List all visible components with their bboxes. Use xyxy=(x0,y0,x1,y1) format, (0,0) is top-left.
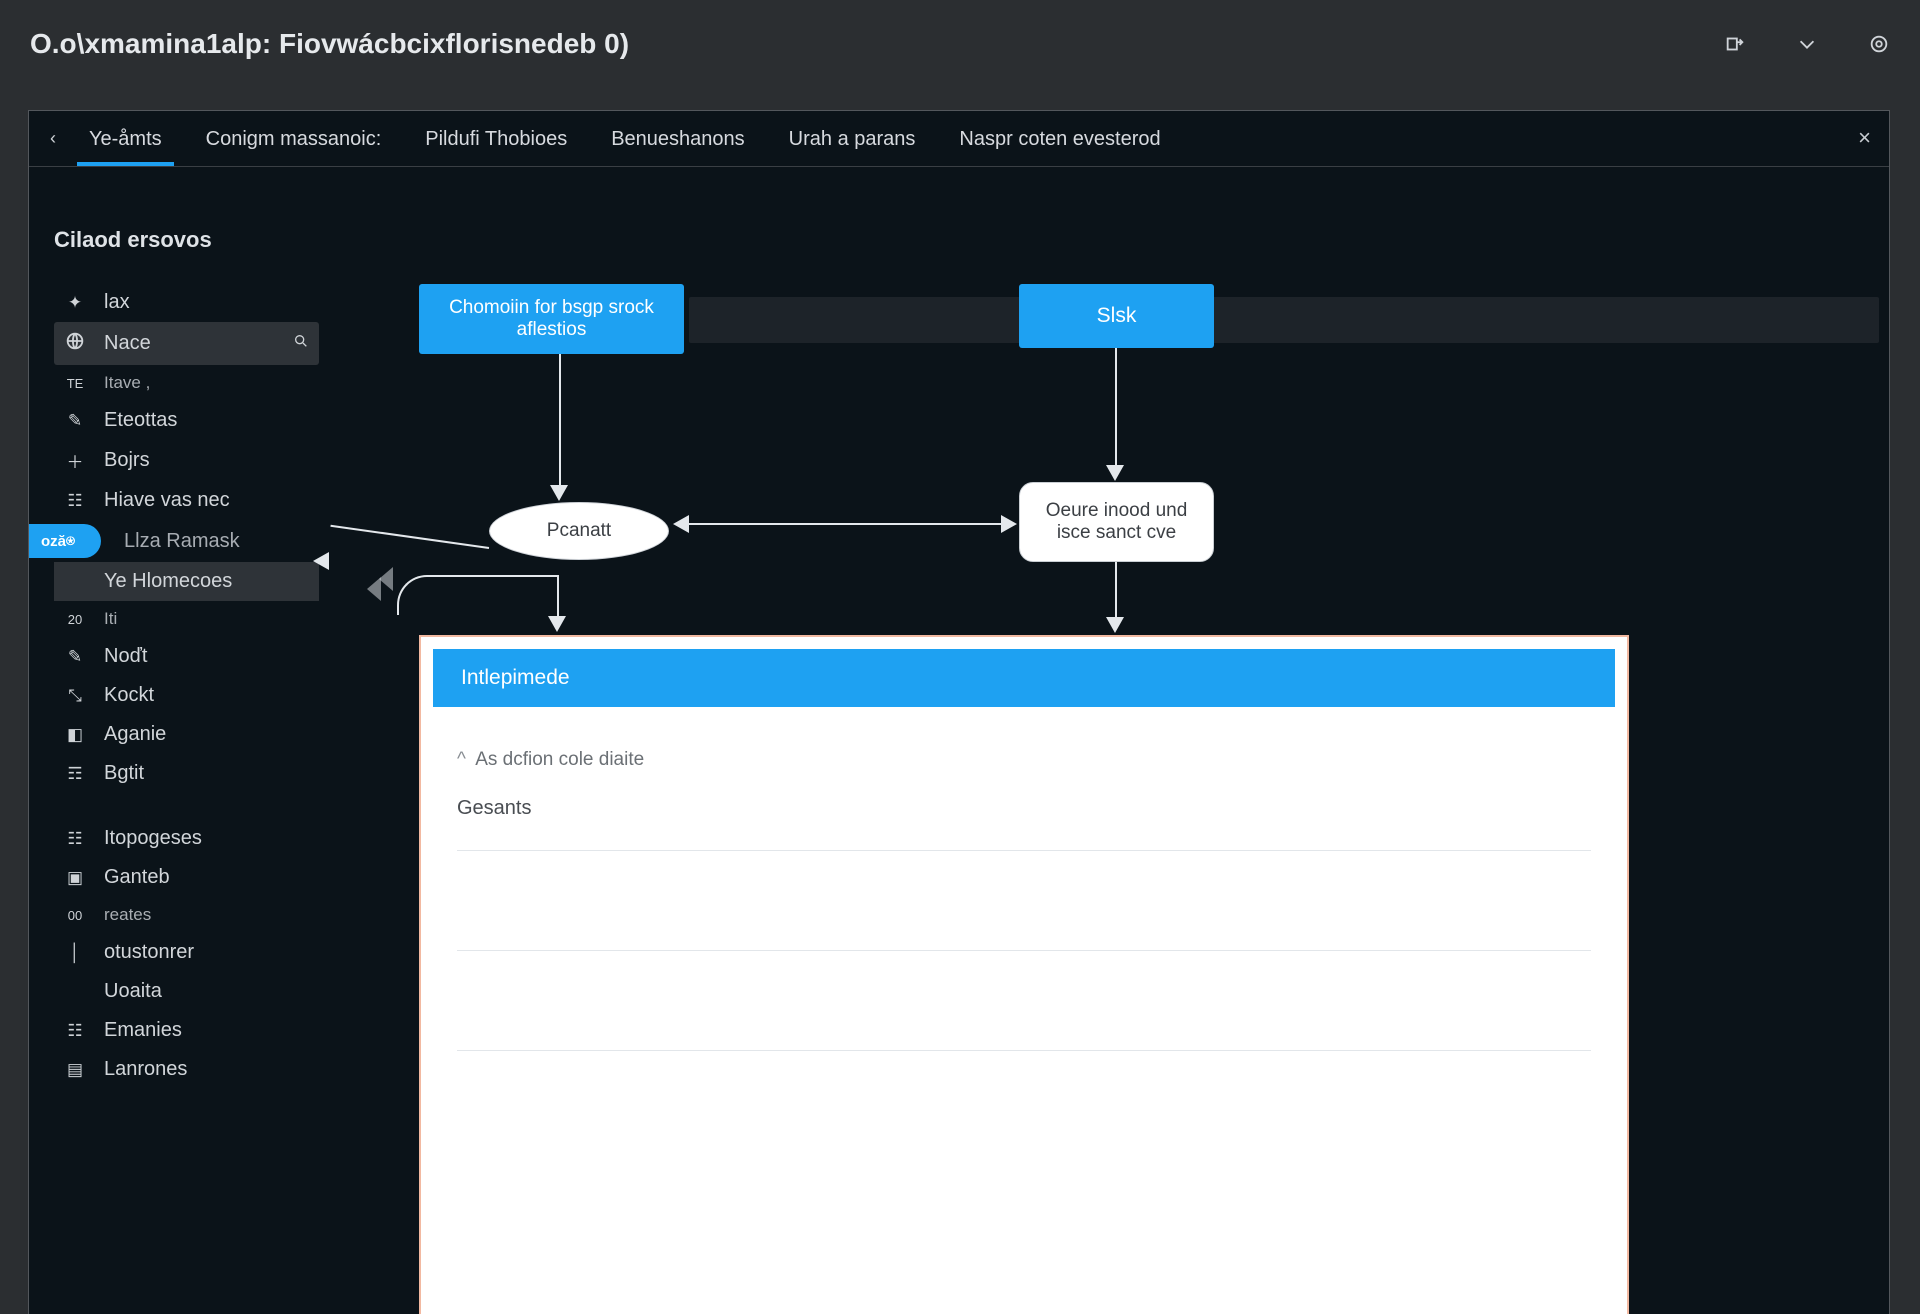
grid-icon: ☷ xyxy=(64,1021,86,1041)
sidebar-item[interactable]: │ otustonrer xyxy=(54,933,319,972)
flow-node-slsk[interactable]: Slsk xyxy=(1019,284,1214,348)
globe-icon xyxy=(64,330,86,357)
tab-5[interactable]: Naspr coten evesterod xyxy=(937,112,1182,165)
flow-canvas[interactable]: Chomoiin for bsgp srock aflestios Slsk P… xyxy=(319,167,1889,1314)
flow-band xyxy=(689,297,1879,343)
body: Cilaod ersovos ✦ lax Nace TE Itave , ✎ Eteo… xyxy=(29,167,1889,1314)
sidebar-search[interactable]: Nace xyxy=(54,322,319,365)
gear-ring-icon[interactable] xyxy=(1868,33,1890,55)
sidebar-item[interactable]: ✦ lax xyxy=(54,283,319,322)
tab-4[interactable]: Urah a parans xyxy=(767,112,938,165)
bars-icon: ☶ xyxy=(64,764,86,784)
card-body: As dcfion cole diaite Gesants xyxy=(421,719,1627,1180)
sidebar-item-label: Uoaita xyxy=(104,980,162,1003)
sidebar-item[interactable]: ☷ Itopogeses xyxy=(54,819,319,858)
plus-icon: ＋ xyxy=(64,448,86,473)
share-icon[interactable] xyxy=(1724,33,1746,55)
sidebar-item-label: Emanies xyxy=(104,1019,182,1042)
card-row[interactable] xyxy=(457,950,1591,1050)
sidebar-item-label: otustonrer xyxy=(104,941,194,964)
sidebar-item-label: reates xyxy=(104,905,151,925)
sidebar-item[interactable]: 00 reates xyxy=(54,897,319,933)
box-icon: ▣ xyxy=(64,868,86,888)
sidebar-item[interactable]: ▤ Lanrones xyxy=(54,1050,319,1089)
sidebar-list-2: Ye Hlomecoes 20Iti ✎Noďt ⤡Kockt ◧Aganie … xyxy=(54,562,319,793)
detail-card: Intlepimede As dcfion cole diaite Gesant… xyxy=(419,635,1629,1314)
flow-node-start[interactable]: Chomoiin for bsgp srock aflestios xyxy=(419,284,684,354)
sidebar-item-label: Ganteb xyxy=(104,866,170,889)
card-row[interactable] xyxy=(457,850,1591,950)
sidebar-item[interactable]: ☷ Hiave vas nec xyxy=(54,481,319,520)
grid-icon: ☷ xyxy=(64,491,86,511)
sidebar-item[interactable]: 20 Iti xyxy=(54,601,319,637)
list-icon: ▤ xyxy=(64,1060,86,1080)
sidebar-item[interactable]: ✎ Eteottas xyxy=(54,401,319,440)
sidebar-item-label: Bgtit xyxy=(104,762,144,785)
sidebar-item[interactable]: ⤡ Kockt xyxy=(54,676,319,715)
sidebar-item-label: Noďt xyxy=(104,645,147,668)
sidebar-item[interactable]: TE Itave , xyxy=(54,365,319,401)
back-button[interactable]: ‹ xyxy=(39,128,67,149)
sidebar-badge: oză⍟ xyxy=(29,524,101,558)
sidebar-item[interactable]: ▣ Ganteb xyxy=(54,858,319,897)
card-row[interactable] xyxy=(457,1050,1591,1150)
chevron-down-icon[interactable] xyxy=(1796,33,1818,55)
sidebar-item-label: Ye Hlomecoes xyxy=(104,570,232,593)
diamond-icon: ✦ xyxy=(64,293,86,313)
sidebar-search-label: Nace xyxy=(104,332,151,355)
sidebar-item-label: Itopogeses xyxy=(104,827,202,850)
flow-node-oval[interactable]: Pcanatt xyxy=(489,502,669,560)
sidebar-item-label: Lanrones xyxy=(104,1058,187,1081)
sidebar-item-label: Iti xyxy=(104,609,117,629)
sidebar-item[interactable]: Uoaita xyxy=(54,972,319,1011)
square-icon: ◧ xyxy=(64,725,86,745)
num-icon: 00 xyxy=(64,908,86,923)
pencil-icon: ✎ xyxy=(64,411,86,431)
sidebar-item-highlight[interactable]: Ye Hlomecoes xyxy=(54,562,319,601)
card-section-title: Gesants xyxy=(457,797,1591,820)
tab-3[interactable]: Benueshanons xyxy=(589,112,766,165)
sidebar-item-label: Itave , xyxy=(104,373,150,393)
sidebar-list-3: ☷ Itopogeses ▣ Ganteb 00 reates │ otustonrer… xyxy=(54,819,319,1089)
text-icon: TE xyxy=(64,376,86,391)
num-icon: 20 xyxy=(64,612,86,627)
sidebar-item[interactable]: ＋ Bojrs xyxy=(54,440,319,481)
sidebar-title: Cilaod ersovos xyxy=(54,227,319,253)
flow-node-box3[interactable]: Oeure inood und isce sanct cve xyxy=(1019,482,1214,562)
title-bar: O.o\xmamina1alp: Fiovwácbcixflorisnedeb … xyxy=(0,0,1920,88)
tab-1[interactable]: Conigm massanoic: xyxy=(184,112,404,165)
search-icon[interactable] xyxy=(293,333,309,354)
close-tab-icon[interactable]: × xyxy=(1858,125,1871,151)
sidebar-item[interactable]: ☷ Emanies xyxy=(54,1011,319,1050)
pencil-icon: ✎ xyxy=(64,647,86,667)
tab-strip: ‹ Ye-åmts Conigm massanoic: Pildufi Thob… xyxy=(29,111,1889,167)
sidebar-badge-label: Llza Ramask xyxy=(124,530,240,553)
sidebar-item[interactable]: ◧ Aganie xyxy=(54,715,319,754)
bar-icon: │ xyxy=(64,943,86,963)
sidebar: Cilaod ersovos ✦ lax Nace TE Itave , ✎ Eteo… xyxy=(29,167,319,1314)
sidebar-badge-row[interactable]: oză⍟ Llza Ramask xyxy=(29,524,319,558)
main-window: ‹ Ye-åmts Conigm massanoic: Pildufi Thob… xyxy=(28,110,1890,1314)
sidebar-item-label: Aganie xyxy=(104,723,166,746)
window-title: O.o\xmamina1alp: Fiovwácbcixflorisnedeb … xyxy=(30,28,629,60)
sidebar-item-label: lax xyxy=(104,291,130,314)
tab-2[interactable]: Pildufi Thobioes xyxy=(403,112,589,165)
sidebar-item-label: Hiave vas nec xyxy=(104,489,230,512)
sidebar-item-label: Eteottas xyxy=(104,409,177,432)
chart-icon: ⤡ xyxy=(64,686,86,706)
card-rows xyxy=(457,850,1591,1150)
title-icons xyxy=(1724,33,1890,55)
sidebar-list: ✦ lax Nace TE Itave , ✎ Eteottas ＋ Bojrs ☷ Hi… xyxy=(54,283,319,520)
card-meta: As dcfion cole diaite xyxy=(457,749,1591,771)
sidebar-item-label: Bojrs xyxy=(104,449,150,472)
grid-icon: ☷ xyxy=(64,829,86,849)
sidebar-item[interactable]: ☶ Bgtit xyxy=(54,754,319,793)
tab-0[interactable]: Ye-åmts xyxy=(67,112,184,165)
sidebar-item-label: Kockt xyxy=(104,684,154,707)
card-header[interactable]: Intlepimede xyxy=(433,649,1615,707)
sidebar-item[interactable]: ✎ Noďt xyxy=(54,637,319,676)
